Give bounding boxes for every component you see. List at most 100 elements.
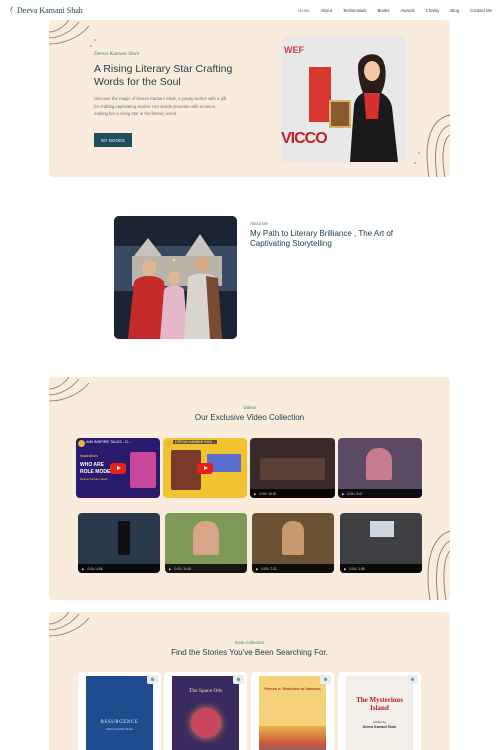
nav-item-testimonials[interactable]: Testimonials — [343, 8, 367, 13]
video-time: 0:00 / 7:21 — [261, 566, 277, 571]
play-icon[interactable]: ▶ — [82, 567, 84, 571]
cart-icon[interactable]: ⊕ — [147, 675, 158, 684]
top-nav: Deeva Kamani Shah Home About Testimonial… — [0, 0, 500, 20]
video-time: 0:00 / 3:47 — [347, 491, 363, 496]
thumb-text: WHO ARE — [80, 462, 104, 468]
book-cover: RESURGENCE DEEVA KAMANI SHAH — [86, 676, 153, 750]
nav-item-awards[interactable]: Awards — [401, 8, 415, 13]
video-time: 0:00 / 1:08 — [349, 566, 365, 571]
book-cover-author: DEEVA KAMANI SHAH — [105, 728, 134, 731]
nav-item-blog[interactable]: Blog — [450, 8, 459, 13]
play-icon[interactable]: ▶ — [254, 492, 256, 496]
video-player-6[interactable]: ▶ 0:00 / 11:06 — [165, 513, 247, 573]
video-controls[interactable]: ▶ 0:00 / 7:21 — [252, 564, 334, 573]
book-card-2[interactable]: The Space Orb ⊕ — [164, 672, 247, 750]
about-kicker: About Me — [250, 221, 268, 226]
my-books-button[interactable]: MY BOOKS — [94, 133, 132, 147]
thumb-portrait — [366, 448, 392, 480]
play-icon[interactable]: ▶ — [256, 567, 258, 571]
video-controls[interactable]: ▶ 0:00 / 11:06 — [165, 564, 247, 573]
video-player-7[interactable]: ▶ 0:00 / 7:21 — [252, 513, 334, 573]
video-title: AIM INSPIRE TALKS - D... — [86, 440, 132, 444]
video-time: 0:00 / 10:30 — [259, 491, 277, 496]
main-menu: Home About Testimonials Books Awards Cha… — [298, 8, 492, 13]
play-icon[interactable] — [197, 463, 213, 474]
swirl-decoration — [49, 20, 96, 47]
video-player-3[interactable]: ▶ 0:00 / 10:30 — [250, 438, 335, 498]
hero-section: Deeva Kamani Shah A Rising Literary Star… — [49, 20, 450, 177]
video-controls[interactable]: ▶ 0:00 / 3:47 — [338, 489, 422, 498]
play-icon[interactable]: ▶ — [169, 567, 171, 571]
thumb-speaker — [118, 521, 130, 555]
thumb-text: Inspirations — [80, 454, 98, 458]
book-cover-byline: written by — [373, 720, 386, 724]
video-controls[interactable]: ▶ 0:00 / 4:56 — [78, 564, 160, 573]
book-card-1[interactable]: RESURGENCE DEEVA KAMANI SHAH ⊕ — [78, 672, 161, 750]
thumb-portrait — [130, 452, 156, 488]
photo-red-panel — [309, 67, 331, 122]
book-cover-title: The Mysterious Island — [356, 696, 403, 712]
video-player-4[interactable]: ▶ 0:00 / 3:47 — [338, 438, 422, 498]
books-kicker: Book Collection — [234, 640, 265, 645]
books-section: Book Collection Find the Stories You've … — [49, 612, 450, 750]
about-title: My Path to Literary Brilliance , The Art… — [250, 229, 394, 248]
nav-item-books[interactable]: Books — [378, 8, 390, 13]
logo-text: Deeva Kamani Shah — [17, 5, 83, 15]
book-card-4[interactable]: The Mysterious Island written by Deeva K… — [338, 672, 421, 750]
thumb-portrait — [282, 521, 304, 555]
thumb-portrait — [193, 521, 219, 555]
play-icon[interactable] — [110, 463, 126, 474]
cart-icon[interactable]: ⊕ — [407, 675, 418, 684]
swirl-decoration — [427, 530, 450, 600]
photo-banner-text: WEF — [284, 45, 304, 55]
book-cover: The Space Orb — [172, 676, 239, 750]
award-plaque — [329, 100, 351, 128]
swirl-decoration — [49, 612, 90, 637]
book-card-3[interactable]: Pieces o' Rainbow to Vanaras ⊕ — [251, 672, 334, 750]
swirl-decoration — [414, 114, 450, 177]
video-time: 0:00 / 4:56 — [87, 566, 103, 571]
swirl-decoration — [49, 377, 90, 402]
video-youtube-1[interactable]: AIM INSPIRE TALKS - D... Inspirations WH… — [76, 438, 160, 498]
nav-item-contact[interactable]: Contact Me — [470, 8, 492, 13]
videos-title: Our Exclusive Video Collection — [194, 413, 305, 422]
site-logo[interactable]: Deeva Kamani Shah — [8, 5, 83, 15]
cart-icon[interactable]: ⊕ — [233, 675, 244, 684]
channel-avatar-icon — [165, 440, 172, 447]
video-time: 0:00 / 11:06 — [174, 566, 192, 571]
photo-logo-text: VICCO — [281, 130, 328, 147]
video-player-5[interactable]: ▶ 0:00 / 4:56 — [78, 513, 160, 573]
video-section: Videos Our Exclusive Video Collection AI… — [49, 377, 450, 600]
play-icon[interactable]: ▶ — [344, 567, 346, 571]
hero-title: A Rising Literary Star Crafting Words fo… — [94, 63, 233, 88]
thumb-scene — [260, 458, 325, 480]
book-cover-title: The Space Orb — [189, 688, 222, 694]
cart-icon[interactable]: ⊕ — [320, 675, 331, 684]
nav-item-about[interactable]: About — [321, 8, 332, 13]
family-photo-image — [114, 216, 237, 339]
video-youtube-2[interactable]: DEEVA KAMANI SHA... — [163, 438, 247, 498]
play-icon[interactable]: ▶ — [342, 492, 344, 496]
thumb-screen — [370, 521, 394, 537]
orb-graphic — [191, 708, 221, 738]
video-controls[interactable]: ▶ 0:00 / 10:30 — [250, 489, 335, 498]
videos-kicker: Videos — [243, 405, 256, 410]
channel-avatar-icon — [78, 440, 85, 447]
book-cover: The Mysterious Island written by Deeva K… — [346, 676, 413, 750]
books-title: Find the Stories You've Been Searching F… — [171, 648, 328, 657]
nav-item-home[interactable]: Home — [298, 8, 309, 13]
about-family-photo — [114, 216, 237, 339]
hero-description: Discover the magic of Deeva Kamani Shah,… — [94, 96, 227, 116]
thumb-text: Deeva Kamani Shah — [80, 477, 108, 481]
leaf-icon — [8, 5, 17, 15]
hero-kicker: Deeva Kamani Shah — [94, 51, 140, 57]
book-cover: Pieces o' Rainbow to Vanaras — [259, 676, 326, 750]
book-cover-author: Deeva Kamani Shah — [362, 725, 397, 729]
nav-item-charity[interactable]: Charity — [426, 8, 440, 13]
hero-award-photo: WEF VICCO — [281, 37, 406, 162]
book-cover-title: RESURGENCE — [100, 720, 139, 725]
thumb-text: ROLE MODEL — [80, 469, 114, 475]
cover-landscape — [259, 726, 326, 750]
book-cover-title: Pieces o' Rainbow to Vanaras — [264, 686, 321, 691]
video-title: DEEVA KAMANI SHA... — [173, 440, 218, 444]
